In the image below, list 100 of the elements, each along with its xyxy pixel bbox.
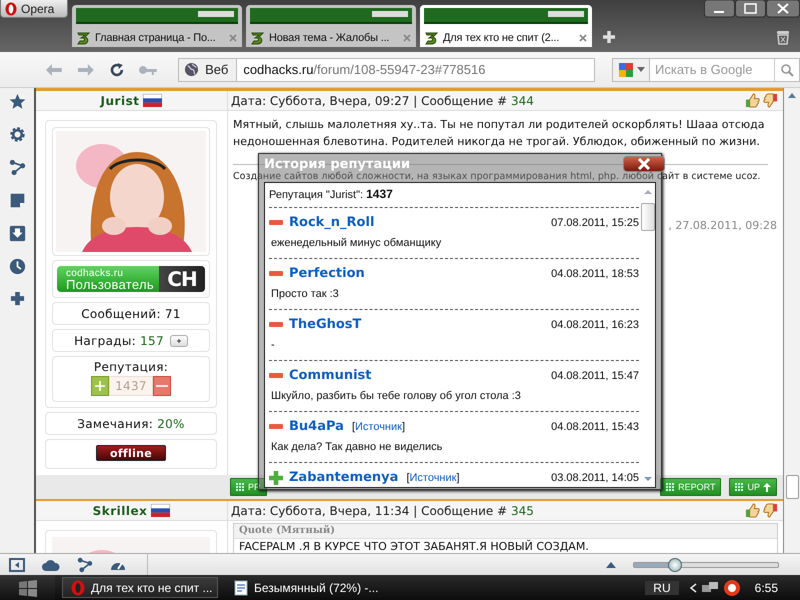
post-date: Дата: Суббота, Вчера, 11:34 | Сообщение # 345 <box>231 504 534 518</box>
entry-date: 04.08.2011, 15:43 <box>551 420 639 432</box>
entry-date: 07.08.2011, 15:25 <box>551 216 639 228</box>
add-icon <box>176 336 181 344</box>
zoom-slider[interactable] <box>633 558 779 572</box>
rank-badge: codhacks.ru Пользователь CH <box>57 266 205 292</box>
thumb-up-icon[interactable] <box>745 93 760 108</box>
panel-toggle-icon[interactable] <box>9 558 25 572</box>
clock: 6:55 <box>754 580 778 594</box>
task-title: Безымянный (72%) -... <box>254 580 378 594</box>
document-icon <box>234 580 248 596</box>
tab-title: Главная страница - По... <box>95 32 217 44</box>
tab-title: Новая тема - Жалобы ... <box>269 32 390 44</box>
author-name[interactable]: Skrillex <box>92 504 148 518</box>
taskbar-button[interactable]: Для тех кто не спит ... <box>62 577 218 598</box>
star-icon[interactable] <box>8 93 26 110</box>
entry-date: 04.08.2011, 18:53 <box>551 268 639 280</box>
entry-date: 04.08.2011, 15:47 <box>551 370 639 382</box>
add-award-button[interactable] <box>170 334 188 346</box>
scope-label: Веб <box>205 62 228 77</box>
minus-icon <box>269 322 283 328</box>
scrollbar[interactable] <box>783 88 800 553</box>
user-link[interactable]: Communist <box>289 368 372 383</box>
arrow-up-icon <box>763 482 771 492</box>
reputation-label: Репутация: <box>94 360 168 374</box>
thumb-up-icon[interactable] <box>745 503 760 518</box>
settings-icon[interactable] <box>8 126 26 143</box>
user-link[interactable]: Bu4aPa <box>289 419 344 434</box>
google-icon <box>617 60 635 78</box>
browser-tab[interactable]: Новая тема - Жалобы ... <box>246 5 416 47</box>
share-icon[interactable] <box>8 159 26 176</box>
site-logo-icon <box>250 31 266 45</box>
search-icon[interactable] <box>780 62 794 76</box>
close-icon[interactable] <box>766 0 800 18</box>
awards-count: Награды: 157 <box>74 334 164 348</box>
entry-comment: еженедельный минус обманщику <box>270 237 442 249</box>
cloud-icon[interactable] <box>42 558 60 570</box>
plus-icon <box>269 470 283 484</box>
minimize-icon[interactable] <box>704 0 735 18</box>
share-icon[interactable] <box>77 556 93 572</box>
minus-icon <box>269 424 283 430</box>
taskbar-button[interactable]: Безымянный (72%) -... <box>225 577 381 598</box>
download-icon[interactable] <box>8 225 26 242</box>
minus-icon <box>269 372 283 378</box>
antivirus-icon[interactable] <box>722 578 741 596</box>
browser-tab[interactable]: Главная страница - По... <box>72 5 242 47</box>
opera-logo-icon <box>5 2 17 16</box>
user-link[interactable]: TheGhosT <box>289 317 362 332</box>
close-icon <box>637 158 651 170</box>
windows-logo-icon <box>18 578 38 596</box>
thumb-down-icon[interactable] <box>763 503 778 518</box>
flag-icon <box>143 94 162 107</box>
grip-icon <box>666 482 676 492</box>
chevron-left-icon[interactable] <box>688 582 697 592</box>
tab-title: Для тех кто не спит (2... <box>443 32 560 44</box>
arrow-up-icon[interactable] <box>606 562 616 568</box>
globe-icon <box>184 62 200 77</box>
language-indicator[interactable]: RU <box>645 580 679 594</box>
new-tab-icon[interactable] <box>602 30 616 44</box>
close-button[interactable] <box>623 156 665 172</box>
post-date: Дата: Суббота, Вчера, 09:27 | Сообщение # 344 <box>231 94 534 108</box>
source-link[interactable]: [Источник] <box>352 420 406 432</box>
entry-comment: Шкуйло, разбить бы тебе голову об угол стола :3 <box>270 390 522 402</box>
task-title: Для тех кто не спит ... <box>91 580 212 594</box>
status-badge: offline <box>96 445 166 461</box>
site-logo-icon <box>424 31 440 45</box>
clock-icon[interactable] <box>8 258 26 275</box>
reputation-plus-button[interactable] <box>91 376 109 396</box>
note-icon[interactable] <box>8 192 26 209</box>
user-link[interactable]: Rock_n_Roll <box>289 215 374 230</box>
start-button[interactable] <box>0 575 55 600</box>
entry-date: 04.08.2011, 16:23 <box>551 318 639 330</box>
trash-icon[interactable] <box>776 30 790 45</box>
thumb-down-icon[interactable] <box>763 93 778 108</box>
site-logo-icon <box>76 31 92 45</box>
add-icon[interactable] <box>10 291 24 306</box>
message-count: Сообщений: 71 <box>81 306 181 320</box>
source-link[interactable]: [Источник] <box>406 472 460 484</box>
dialog-title: История репутации <box>264 157 410 172</box>
opera-button[interactable]: Opera <box>0 0 68 18</box>
quote-text: FACEPALM .Я В КУРСЕ ЧТО ЭТОТ ЗАБАНЯТ.Я НОВЫЙ СОЗДАМ. <box>234 539 777 553</box>
author-name[interactable]: Jurist <box>100 94 140 108</box>
minus-icon <box>269 270 283 276</box>
user-link[interactable]: Zabantemenya <box>289 470 398 485</box>
entry-comment: Как дела? Так давно не виделись <box>270 441 444 453</box>
grip-icon <box>236 482 245 492</box>
entry-date: 03.08.2011, 14:05 <box>551 472 639 484</box>
restore-icon[interactable] <box>735 0 766 18</box>
entry-comment: Просто так :3 <box>270 288 340 300</box>
plus-icon <box>95 381 105 391</box>
search-box[interactable]: Искать в Google <box>612 58 800 82</box>
grip-icon <box>735 482 744 492</box>
address-field[interactable]: Веб codhacks.ru/forum/108-55947-23#778516 <box>178 58 595 82</box>
caret-icon[interactable] <box>637 66 645 72</box>
reputation-minus-button[interactable] <box>153 376 171 396</box>
search-field[interactable]: Искать в Google <box>650 61 774 78</box>
user-link[interactable]: Perfection <box>289 266 365 281</box>
browser-tab[interactable]: Для тех кто не спит (2... <box>420 5 592 47</box>
reload-icon[interactable] <box>108 62 124 78</box>
flag-icon <box>151 504 170 517</box>
